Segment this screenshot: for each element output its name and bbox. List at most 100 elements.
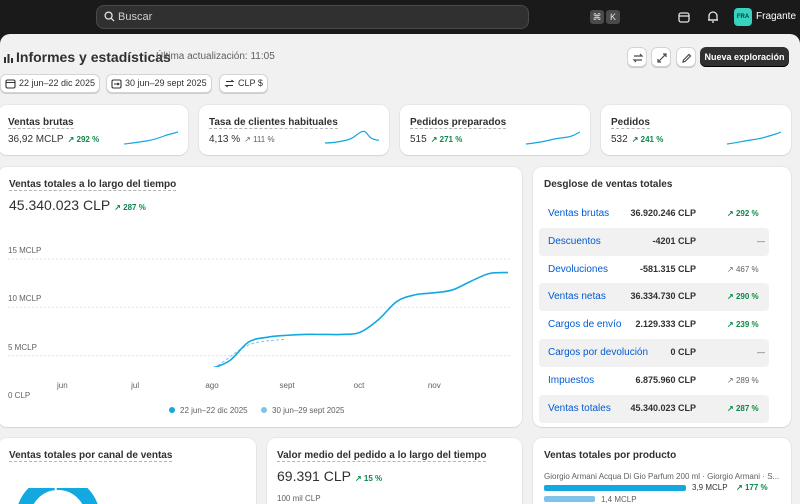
metric-change-text: 292 % (76, 135, 100, 144)
date-range-picker[interactable]: 22 jun–22 dic 2025 (0, 74, 100, 93)
metric-sparkline (526, 131, 580, 145)
product-bar-current[interactable] (544, 485, 686, 491)
y-axis-tick-label: 0 CLP (8, 391, 31, 400)
breakdown-change-text: 239 % (735, 320, 759, 330)
metric-card-gross-sales[interactable]: Ventas brutas 36,92 MCLP ↗ 292 % (0, 105, 188, 155)
channel-donut-chart (18, 488, 98, 504)
shortcut-cmd-key: ⌘ (590, 10, 604, 24)
breakdown-value: -581.315 CLP (639, 263, 696, 274)
metric-card-orders[interactable]: Pedidos 532 ↗ 241 % (601, 105, 791, 155)
sales-over-time-card[interactable]: Ventas totales a lo largo del tiempo 45.… (0, 167, 522, 427)
compare-range-picker[interactable]: 30 jun–29 sept 2025 (106, 74, 212, 93)
sales-by-channel-card[interactable]: Ventas totales por canal de ventas (0, 438, 256, 504)
metric-label: Pedidos (611, 117, 650, 129)
x-axis-tick-label: nov (427, 381, 441, 390)
last-update: Última actualización: 11:05 (156, 51, 275, 62)
breakdown-value: 36.920.246 CLP (630, 208, 696, 218)
breakdown-row: Ventas totales 45.340.023 CLP ↗ 287 % (539, 394, 769, 423)
card-title: Ventas totales por canal de ventas (9, 450, 173, 462)
new-exploration-button[interactable]: Nueva exploración (700, 47, 789, 67)
metric-card-fulfilled-orders[interactable]: Pedidos preparados 515 ↗ 271 % (400, 105, 590, 155)
breakdown-row: Ventas netas 36.334.730 CLP ↗ 290 % (539, 283, 769, 312)
shortcut-k-key: K (606, 10, 620, 24)
x-axis-tick-label: oct (353, 381, 365, 390)
aov-value: 69.391 CLP ↗ 15 % (277, 468, 382, 484)
breakdown-change: ↗ 292 % (727, 209, 759, 218)
product-name: Giorgio Armani Acqua Di Gio Parfum 200 m… (544, 472, 780, 481)
breakdown-label-link[interactable]: Impuestos (548, 375, 594, 386)
metric-change: ↗ 111 % (244, 135, 275, 144)
breakdown-change: ↗ 467 % (727, 264, 759, 274)
card-title: Ventas totales por producto (544, 450, 677, 461)
sales-by-product-card[interactable]: Ventas totales por producto Giorgio Arma… (533, 438, 791, 504)
breakdown-row: Descuentos -4201 CLP — (539, 227, 769, 256)
breakdown-label-link[interactable]: Cargos de envío (548, 319, 621, 330)
store-icon[interactable] (676, 9, 692, 25)
breakdown-change-text: 287 % (735, 403, 759, 413)
breakdown-label-link[interactable]: Ventas netas (548, 291, 606, 302)
currency-picker[interactable]: CLP $ (219, 74, 268, 93)
breakdown-change: ↗ 290 % (727, 292, 759, 302)
currency-label: CLP $ (238, 78, 263, 88)
breakdown-label-link[interactable]: Descuentos (548, 236, 601, 247)
breakdown-label-link[interactable]: Ventas brutas (548, 208, 609, 219)
metric-value-text: 4,13 % (209, 134, 241, 145)
metric-sparkline (727, 131, 781, 145)
product-value: 3,9 MCLP (692, 483, 728, 492)
breakdown-value: 2.129.333 CLP (635, 319, 696, 330)
product-bar-previous[interactable] (544, 496, 595, 502)
series-line-current[interactable] (63, 271, 509, 367)
metric-value: 515 ↗ 271 % (410, 134, 462, 145)
x-axis-tick-label: jul (131, 381, 140, 390)
bell-icon[interactable] (705, 9, 721, 25)
breakdown-label-link[interactable]: Devoluciones (548, 264, 608, 275)
search-bar[interactable]: Buscar ⌘ K (96, 5, 620, 29)
metric-value: 4,13 % ↗ 111 % (209, 134, 275, 145)
metric-change: ↗ 271 % (430, 135, 463, 144)
breakdown-value: -4201 CLP (652, 235, 696, 246)
legend-current-label: 22 jun–22 dic 2025 (180, 406, 248, 415)
sales-line-chart (8, 258, 510, 367)
sales-breakdown-card: Desglose de ventas totales Ventas brutas… (533, 167, 791, 427)
calendar-compare-icon (111, 79, 122, 89)
search-placeholder: Buscar (118, 11, 153, 23)
aov-over-time-card[interactable]: Valor medio del pedido a lo largo del ti… (267, 438, 522, 504)
metric-sparkline (124, 131, 178, 145)
y-axis-tick-label: 10 MCLP (8, 294, 42, 304)
card-title: Valor medio del pedido a lo largo del ti… (277, 450, 487, 462)
metric-value-text: 36,92 MCLP (8, 134, 64, 145)
metric-label: Ventas brutas (8, 117, 74, 129)
y-axis-tick-label: 15 MCLP (8, 246, 42, 255)
metric-sparkline (325, 130, 379, 144)
breakdown-change-text: 290 % (735, 292, 759, 302)
store-avatar[interactable]: FRA (734, 8, 752, 26)
x-axis-tick-label: jun (57, 381, 68, 390)
metric-card-returning-customers[interactable]: Tasa de clientes habituales 4,13 % ↗ 111 … (199, 105, 389, 155)
aov-value-text: 69.391 CLP (277, 468, 351, 484)
compare-range-label: 30 jun–29 sept 2025 (125, 78, 207, 88)
legend-previous[interactable]: 30 jun–29 sept 2025 (261, 406, 345, 415)
breakdown-change-text: 467 % (735, 264, 759, 274)
breakdown-change: — (757, 348, 765, 357)
fullscreen-button[interactable] (651, 47, 671, 67)
series-line-previous[interactable] (63, 338, 286, 367)
metric-label: Tasa de clientes habituales (209, 117, 338, 129)
refresh-button[interactable] (627, 47, 647, 67)
bar-chart-icon (4, 54, 13, 63)
y-axis-tick-label: 5 MCLP (8, 342, 37, 352)
metric-label: Pedidos preparados (410, 117, 507, 129)
store-name[interactable]: Fragante (756, 11, 796, 22)
edit-button[interactable] (676, 47, 696, 67)
legend-current[interactable]: 22 jun–22 dic 2025 (169, 406, 248, 415)
metric-value: 36,92 MCLP ↗ 292 % (8, 134, 99, 145)
date-range-label: 22 jun–22 dic 2025 (19, 78, 96, 88)
calendar-icon (5, 79, 16, 89)
breakdown-value: 45.340.023 CLP (630, 402, 696, 413)
breakdown-change: ↗ 239 % (727, 320, 759, 330)
edit-icon (682, 53, 692, 63)
metric-value: 532 ↗ 241 % (611, 134, 663, 145)
breakdown-label-link[interactable]: Cargos por devolución (548, 347, 648, 358)
breakdown-label-link[interactable]: Ventas totales (548, 403, 611, 414)
x-axis-tick-label: sept (279, 381, 295, 390)
card-title: Desglose de ventas totales (544, 179, 673, 190)
